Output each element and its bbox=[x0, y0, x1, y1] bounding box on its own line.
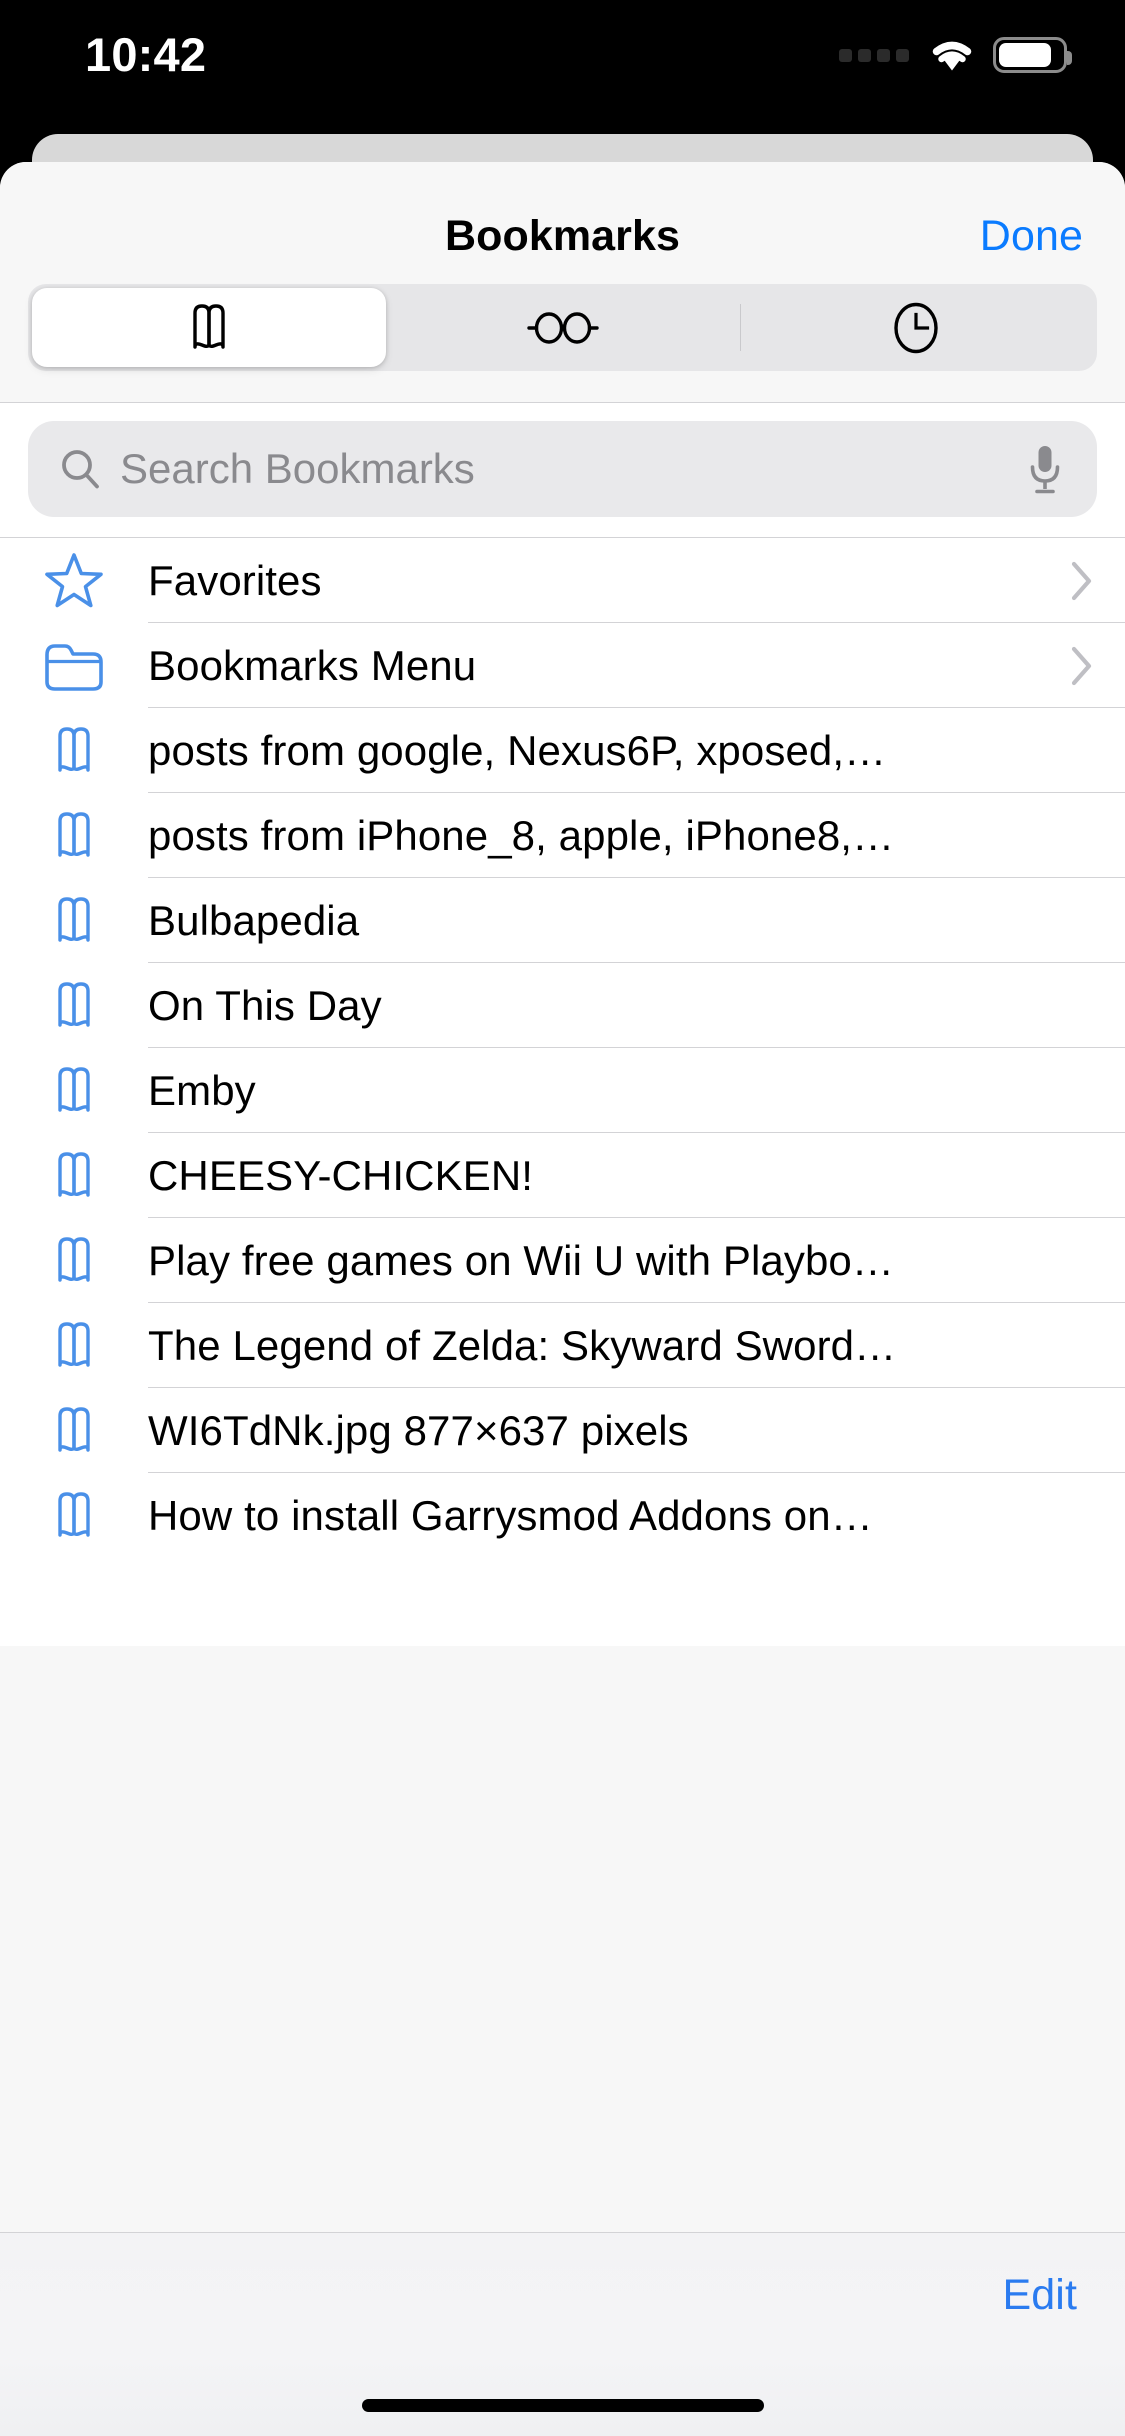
glasses-icon bbox=[526, 311, 599, 344]
row-icon bbox=[0, 1321, 148, 1371]
list-item[interactable]: CHEESY-CHICKEN! bbox=[0, 1133, 1125, 1218]
bookmarks-tab[interactable] bbox=[32, 288, 386, 367]
book-icon bbox=[58, 1406, 90, 1452]
list-item-label: WI6TdNk.jpg 877×637 pixels bbox=[148, 1406, 689, 1454]
battery-cap bbox=[1067, 51, 1072, 65]
navigation-bar: Bookmarks Done bbox=[0, 162, 1125, 284]
row-icon bbox=[0, 1236, 148, 1286]
list-item[interactable]: Bookmarks Menu bbox=[0, 623, 1125, 708]
list-item-label: Emby bbox=[148, 1066, 256, 1114]
list-item-label: On This Day bbox=[148, 981, 382, 1029]
signal-dot bbox=[877, 48, 890, 62]
row-chevron bbox=[1039, 560, 1125, 602]
list-item[interactable]: On This Day bbox=[0, 963, 1125, 1048]
wifi-icon bbox=[932, 41, 972, 71]
row-icon bbox=[0, 1406, 148, 1456]
list-item-label: How to install Garrysmod Addons on… bbox=[148, 1491, 873, 1539]
status-bar-time: 10:42 bbox=[85, 28, 207, 81]
home-indicator[interactable] bbox=[361, 2399, 764, 2412]
search-icon bbox=[62, 450, 99, 489]
bottom-toolbar: Edit bbox=[0, 2232, 1125, 2436]
folder-icon bbox=[45, 643, 103, 691]
search-input[interactable] bbox=[120, 445, 1027, 493]
list-item[interactable]: Bulbapedia bbox=[0, 878, 1125, 963]
list-item-label: posts from iPhone_8, apple, iPhone8,… bbox=[148, 811, 895, 859]
row-icon bbox=[0, 1151, 148, 1201]
list-item[interactable]: posts from iPhone_8, apple, iPhone8,… bbox=[0, 793, 1125, 878]
signal-dot bbox=[896, 48, 909, 62]
book-icon bbox=[58, 726, 90, 772]
microphone-icon[interactable] bbox=[1027, 443, 1063, 495]
list-item[interactable]: Favorites bbox=[0, 538, 1125, 623]
reading-list-tab[interactable] bbox=[386, 288, 740, 367]
book-icon bbox=[58, 811, 90, 857]
signal-dot bbox=[858, 48, 871, 62]
list-item-label: Bulbapedia bbox=[148, 896, 360, 944]
row-icon bbox=[0, 1491, 148, 1541]
signal-dot bbox=[839, 48, 852, 62]
star-icon bbox=[45, 552, 103, 607]
list-item[interactable]: The Legend of Zelda: Skyward Sword… bbox=[0, 1303, 1125, 1388]
list-item-label: CHEESY-CHICKEN! bbox=[148, 1151, 534, 1199]
row-icon bbox=[0, 896, 148, 946]
list-item-label: The Legend of Zelda: Skyward Sword… bbox=[148, 1321, 897, 1369]
row-icon bbox=[0, 811, 148, 861]
book-icon bbox=[58, 896, 90, 942]
status-bar: 10:42 bbox=[0, 0, 1125, 132]
history-tab[interactable] bbox=[739, 288, 1093, 367]
list-item[interactable]: WI6TdNk.jpg 877×637 pixels bbox=[0, 1388, 1125, 1473]
book-icon bbox=[58, 1321, 90, 1367]
list-item[interactable]: Emby bbox=[0, 1048, 1125, 1133]
page-title: Bookmarks bbox=[444, 212, 681, 260]
row-icon bbox=[0, 726, 148, 776]
book-icon bbox=[193, 303, 225, 349]
done-button[interactable]: Done bbox=[980, 212, 1083, 261]
book-icon bbox=[58, 1236, 90, 1282]
row-chevron bbox=[1039, 645, 1125, 687]
battery-icon bbox=[993, 37, 1072, 73]
list-item-label: posts from google, Nexus6P, xposed,… bbox=[148, 726, 887, 774]
edit-button[interactable]: Edit bbox=[1003, 2271, 1078, 2320]
segmented-control-container bbox=[0, 284, 1125, 402]
segmented-control[interactable] bbox=[28, 284, 1097, 371]
row-icon bbox=[0, 981, 148, 1031]
bookmarks-list: Favorites Bookmarks Menu posts from goog… bbox=[0, 538, 1125, 1646]
list-item[interactable]: Play free games on Wii U with Playbo… bbox=[0, 1218, 1125, 1303]
book-icon bbox=[58, 1066, 90, 1112]
battery-fill bbox=[999, 43, 1051, 67]
bookmarks-sheet: Bookmarks Done Search Bookmarks Favorite… bbox=[0, 162, 1125, 2436]
list-item[interactable]: posts from google, Nexus6P, xposed,… bbox=[0, 708, 1125, 793]
list-item-label: Favorites bbox=[148, 556, 322, 604]
book-icon bbox=[58, 1491, 90, 1537]
list-item[interactable]: How to install Garrysmod Addons on… bbox=[0, 1473, 1125, 1558]
chevron-right-icon bbox=[1071, 646, 1092, 685]
iphone-screen: 10:42 Bookmarks Done Search Bookmarks Fa… bbox=[0, 0, 1125, 2436]
list-item-label: Play free games on Wii U with Playbo… bbox=[148, 1236, 894, 1284]
clock-icon bbox=[894, 302, 938, 353]
book-icon bbox=[58, 981, 90, 1027]
search-field[interactable] bbox=[28, 421, 1097, 517]
book-icon bbox=[58, 1151, 90, 1197]
row-icon bbox=[0, 639, 148, 693]
list-item-label: Bookmarks Menu bbox=[148, 641, 477, 689]
signal-dots-icon bbox=[839, 48, 909, 62]
search-bar-container bbox=[0, 403, 1125, 537]
chevron-right-icon bbox=[1071, 561, 1092, 600]
row-icon bbox=[0, 1066, 148, 1116]
status-bar-indicators bbox=[839, 36, 1072, 74]
row-icon bbox=[0, 552, 148, 610]
